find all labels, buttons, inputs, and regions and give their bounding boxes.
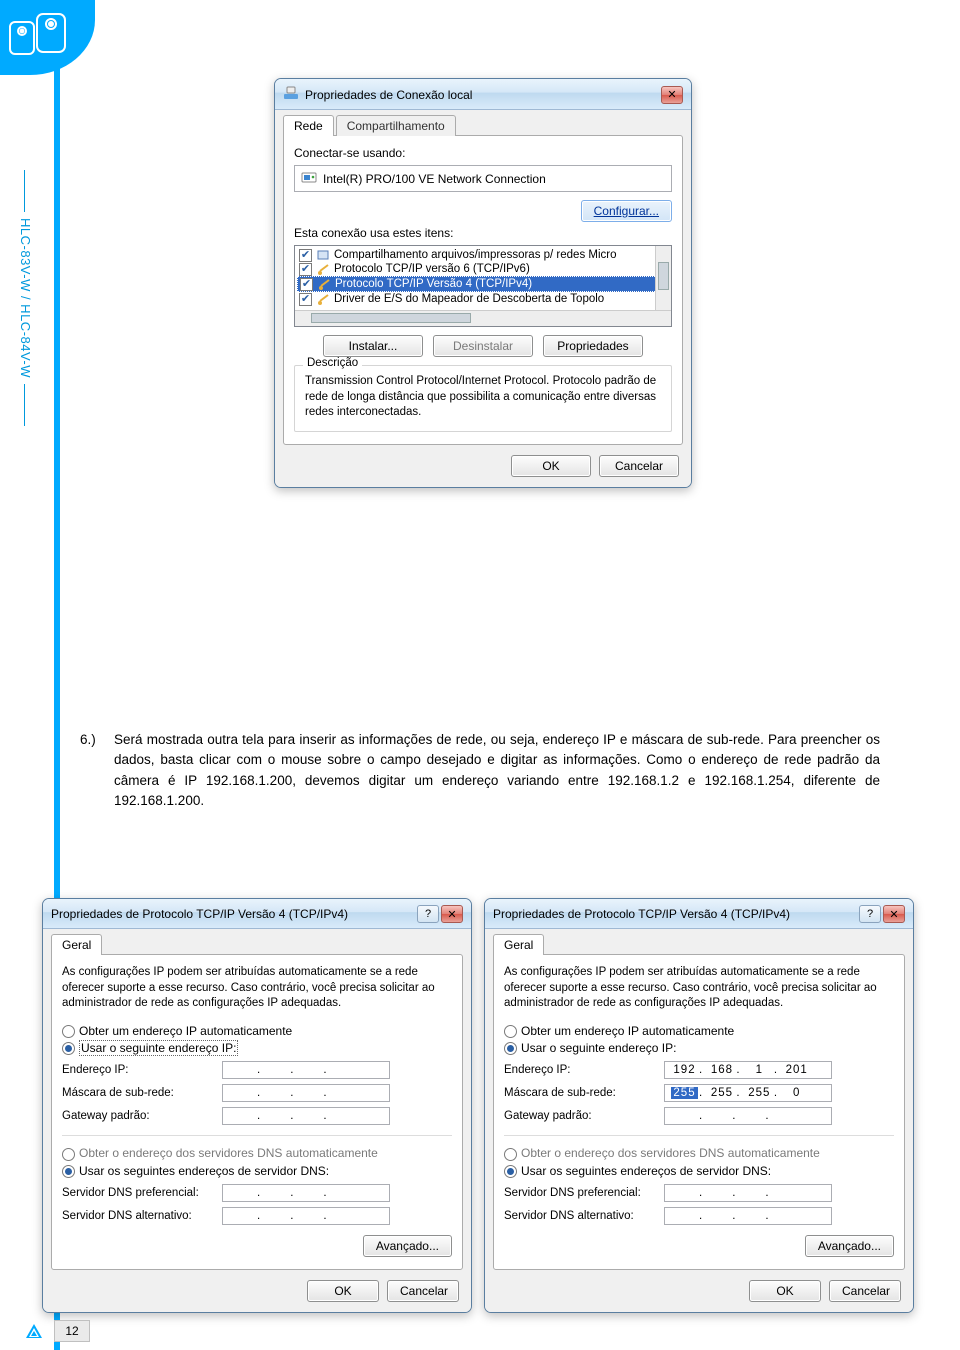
ip-input[interactable]: 192 168 1 201	[664, 1061, 832, 1079]
close-button[interactable]: ✕	[661, 86, 683, 104]
cancel-button[interactable]: Cancelar	[599, 455, 679, 477]
tab-compartilhamento[interactable]: Compartilhamento	[336, 115, 456, 136]
list-item: Driver de E/S do Mapeador de Descoberta …	[334, 293, 604, 305]
dlg-connection-properties: Propriedades de Conexão local ✕ Rede Com…	[274, 78, 692, 488]
items-label: Esta conexão usa estes itens:	[294, 226, 672, 240]
ok-button[interactable]: OK	[511, 455, 591, 477]
protocols-listbox[interactable]: Compartilhamento arquivos/impressoras p/…	[294, 245, 672, 327]
window-title: Propriedades de Conexão local	[305, 88, 472, 102]
network-icon	[283, 85, 299, 104]
dns1-input[interactable]	[222, 1184, 390, 1202]
intro-text: As configurações IP podem ser atribuídas…	[504, 965, 894, 1012]
page-number: 12	[54, 1320, 90, 1342]
dns1-input[interactable]	[664, 1184, 832, 1202]
dns2-input[interactable]	[664, 1207, 832, 1225]
footer-triangle-icon	[24, 1322, 44, 1340]
description-group: Descrição Transmission Control Protocol/…	[294, 365, 672, 432]
window-title: Propriedades de Protocolo TCP/IP Versão …	[493, 907, 790, 921]
dns2-input[interactable]	[222, 1207, 390, 1225]
list-hscrollbar[interactable]	[295, 310, 671, 326]
description-text: Transmission Control Protocol/Internet P…	[305, 374, 661, 421]
configure-button[interactable]: Configurar...	[581, 200, 672, 222]
radio-manual-ip[interactable]	[62, 1042, 75, 1055]
window-title: Propriedades de Protocolo TCP/IP Versão …	[51, 907, 348, 921]
radio-auto-ip[interactable]	[504, 1025, 517, 1038]
radio-auto-ip[interactable]	[62, 1025, 75, 1038]
titlebar[interactable]: Propriedades de Conexão local ✕	[275, 79, 691, 110]
mask-input[interactable]: 255 255 255 0	[664, 1084, 832, 1102]
corner-logo	[0, 0, 95, 75]
dlg-ipv4-left: Propriedades de Protocolo TCP/IP Versão …	[42, 898, 472, 1313]
gateway-input[interactable]	[222, 1107, 390, 1125]
mask-input[interactable]	[222, 1084, 390, 1102]
ip-input[interactable]	[222, 1061, 390, 1079]
properties-button[interactable]: Propriedades	[543, 335, 643, 357]
install-button[interactable]: Instalar...	[323, 335, 423, 357]
product-model-label: HLC-83V-W / HLC-84V-W	[18, 170, 33, 426]
help-button[interactable]: ?	[417, 905, 439, 923]
adapter-field[interactable]: Intel(R) PRO/100 VE Network Connection	[294, 165, 672, 192]
instruction-paragraph: 6.) Será mostrada outra tela para inseri…	[80, 730, 880, 811]
list-item-selected: Protocolo TCP/IP Versão 4 (TCP/IPv4)	[335, 278, 532, 290]
radio-manual-ip[interactable]	[504, 1042, 517, 1055]
tab-geral[interactable]: Geral	[51, 934, 102, 955]
adapter-icon	[301, 169, 317, 188]
dlg-ipv4-right: Propriedades de Protocolo TCP/IP Versão …	[484, 898, 914, 1313]
help-button[interactable]: ?	[859, 905, 881, 923]
radio-auto-dns	[504, 1148, 517, 1161]
radio-auto-dns	[62, 1148, 75, 1161]
titlebar[interactable]: Propriedades de Protocolo TCP/IP Versão …	[43, 899, 471, 929]
step-text: Será mostrada outra tela para inserir as…	[114, 730, 880, 811]
list-item: Protocolo TCP/IP versão 6 (TCP/IPv6)	[334, 263, 530, 275]
cancel-button[interactable]: Cancelar	[829, 1280, 901, 1302]
titlebar[interactable]: Propriedades de Protocolo TCP/IP Versão …	[485, 899, 913, 929]
camera-logo-icon	[4, 6, 82, 64]
step-number: 6.)	[80, 730, 102, 811]
advanced-button[interactable]: Avançado...	[363, 1235, 452, 1257]
gateway-input[interactable]	[664, 1107, 832, 1125]
ok-button[interactable]: OK	[307, 1280, 379, 1302]
advanced-button[interactable]: Avançado...	[805, 1235, 894, 1257]
list-item: Compartilhamento arquivos/impressoras p/…	[334, 249, 617, 261]
close-button[interactable]: ✕	[441, 905, 463, 923]
page-footer: 12	[24, 1320, 90, 1342]
radio-manual-dns[interactable]	[62, 1165, 75, 1178]
tab-geral[interactable]: Geral	[493, 934, 544, 955]
description-label: Descrição	[303, 357, 362, 369]
list-vscrollbar[interactable]	[655, 246, 671, 310]
adapter-name: Intel(R) PRO/100 VE Network Connection	[323, 172, 546, 186]
intro-text: As configurações IP podem ser atribuídas…	[62, 965, 452, 1012]
close-button[interactable]: ✕	[883, 905, 905, 923]
cancel-button[interactable]: Cancelar	[387, 1280, 459, 1302]
uninstall-button: Desinstalar	[433, 335, 533, 357]
connect-using-label: Conectar-se usando:	[294, 146, 672, 160]
tab-rede[interactable]: Rede	[283, 115, 334, 136]
radio-manual-dns[interactable]	[504, 1165, 517, 1178]
ok-button[interactable]: OK	[749, 1280, 821, 1302]
